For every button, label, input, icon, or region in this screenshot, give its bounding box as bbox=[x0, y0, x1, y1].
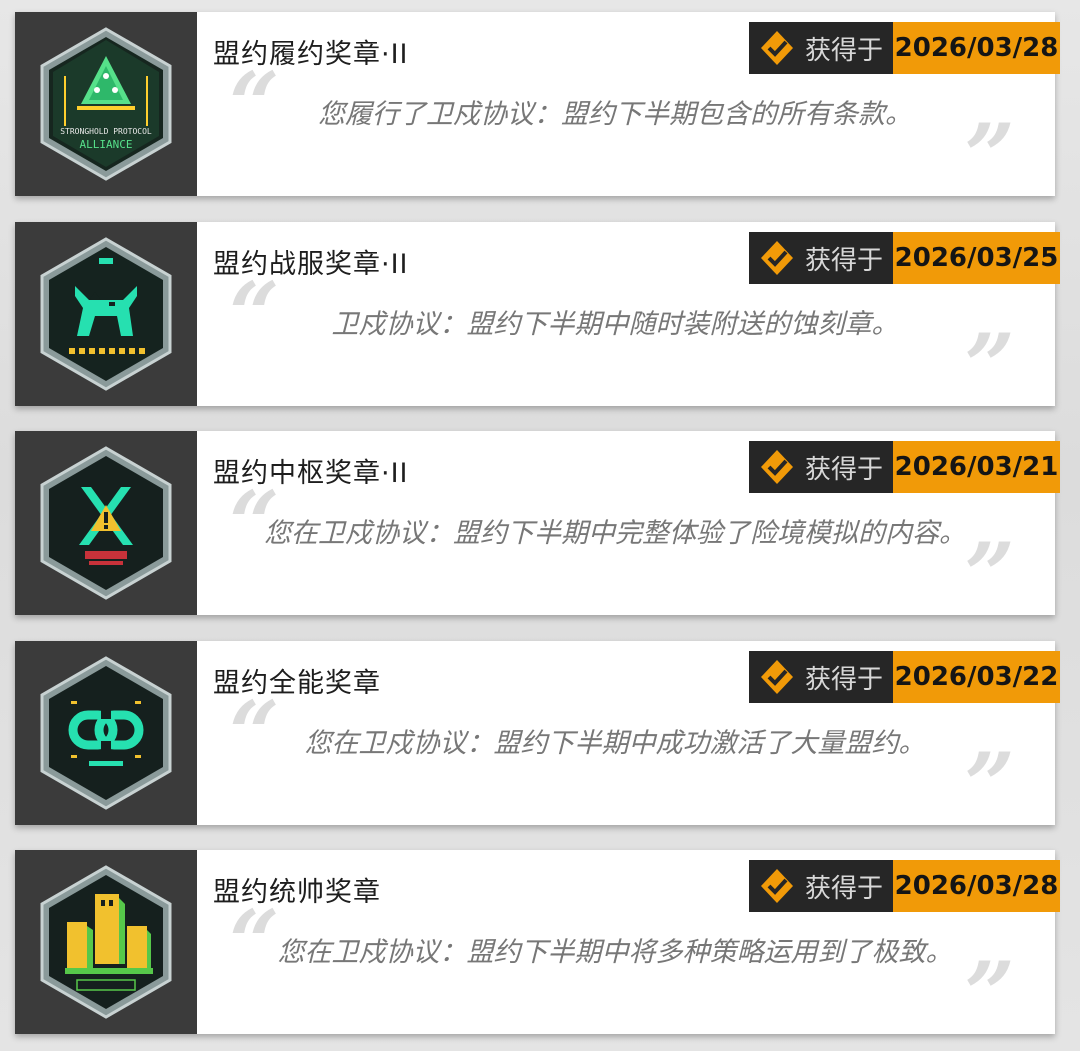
quote-close-icon: ” bbox=[964, 733, 1015, 837]
medal-card[interactable]: 盟约战服奖章·II 获得于 2026/03/25 “ 卫戍协议：盟约下半期中随时… bbox=[15, 222, 1060, 410]
medal-card[interactable]: 盟约中枢奖章·II 获得于 2026/03/21 “ 您在卫戍协议：盟约下半期中… bbox=[15, 431, 1060, 619]
obtained-date: 2026/03/28 bbox=[893, 860, 1060, 912]
check-icon bbox=[761, 660, 793, 694]
obtained-label: 获得于 bbox=[805, 454, 884, 485]
badge-text-alliance: ALLIANCE bbox=[80, 138, 133, 151]
quote-close-icon: ” bbox=[964, 942, 1015, 1046]
obtained-label-box: 获得于 bbox=[749, 860, 893, 912]
badge-text-stronghold: STRONGHOLD PROTOCOL bbox=[60, 127, 152, 136]
obtained-label: 获得于 bbox=[805, 245, 884, 276]
medal-description: 您履行了卫戍协议：盟约下半期包含的所有条款。 bbox=[318, 99, 912, 130]
medal-image-panel: STRONGHOLD PROTOCOL ALLIANCE bbox=[15, 12, 197, 196]
quote-close-icon: ” bbox=[964, 314, 1015, 418]
crossed-swords-warning-badge-icon bbox=[40, 446, 172, 600]
stronghold-protocol-alliance-badge-icon: STRONGHOLD PROTOCOL ALLIANCE bbox=[40, 27, 172, 181]
medal-image-panel bbox=[15, 850, 197, 1034]
fortress-badge-icon bbox=[40, 865, 172, 1019]
medal-description: 卫戍协议：盟约下半期中随时装附送的蚀刻章。 bbox=[331, 309, 899, 340]
obtained-tag: 获得于 2026/03/28 bbox=[749, 860, 1060, 912]
obtained-label: 获得于 bbox=[805, 664, 884, 695]
obtained-label-box: 获得于 bbox=[749, 441, 893, 493]
obtained-label-box: 获得于 bbox=[749, 232, 893, 284]
check-icon bbox=[761, 450, 793, 484]
medal-image-panel bbox=[15, 222, 197, 406]
medal-list: STRONGHOLD PROTOCOL ALLIANCE 盟约履约奖章·II 获… bbox=[0, 0, 1080, 1051]
chain-link-badge-icon bbox=[40, 656, 172, 810]
medal-description: 您在卫戍协议：盟约下半期中成功激活了大量盟约。 bbox=[304, 728, 926, 759]
obtained-date: 2026/03/25 bbox=[893, 232, 1060, 284]
quote-close-icon: ” bbox=[964, 104, 1015, 208]
check-icon bbox=[761, 869, 793, 903]
medal-card[interactable]: STRONGHOLD PROTOCOL ALLIANCE 盟约履约奖章·II 获… bbox=[15, 12, 1060, 200]
medal-description: 您在卫戍协议：盟约下半期中将多种策略运用到了极致。 bbox=[277, 937, 953, 968]
obtained-date: 2026/03/21 bbox=[893, 441, 1060, 493]
obtained-tag: 获得于 2026/03/28 bbox=[749, 22, 1060, 74]
medal-image-panel bbox=[15, 431, 197, 615]
obtained-label: 获得于 bbox=[805, 35, 884, 66]
obtained-date: 2026/03/28 bbox=[893, 22, 1060, 74]
medal-card[interactable]: 盟约全能奖章 获得于 2026/03/22 “ 您在卫戍协议：盟约下半期中成功激… bbox=[15, 641, 1060, 829]
obtained-label: 获得于 bbox=[805, 873, 884, 904]
medal-card[interactable]: 盟约统帅奖章 获得于 2026/03/28 “ 您在卫戍协议：盟约下半期中将多种… bbox=[15, 850, 1060, 1038]
obtained-date: 2026/03/22 bbox=[893, 651, 1060, 703]
check-icon bbox=[761, 31, 793, 65]
obtained-tag: 获得于 2026/03/25 bbox=[749, 232, 1060, 284]
check-icon bbox=[761, 241, 793, 275]
quote-close-icon: ” bbox=[964, 523, 1015, 627]
medal-image-panel bbox=[15, 641, 197, 825]
obtained-tag: 获得于 2026/03/21 bbox=[749, 441, 1060, 493]
medal-description: 您在卫戍协议：盟约下半期中完整体验了险境模拟的内容。 bbox=[264, 518, 966, 549]
wolf-badge-icon bbox=[40, 237, 172, 391]
obtained-label-box: 获得于 bbox=[749, 651, 893, 703]
obtained-label-box: 获得于 bbox=[749, 22, 893, 74]
obtained-tag: 获得于 2026/03/22 bbox=[749, 651, 1060, 703]
